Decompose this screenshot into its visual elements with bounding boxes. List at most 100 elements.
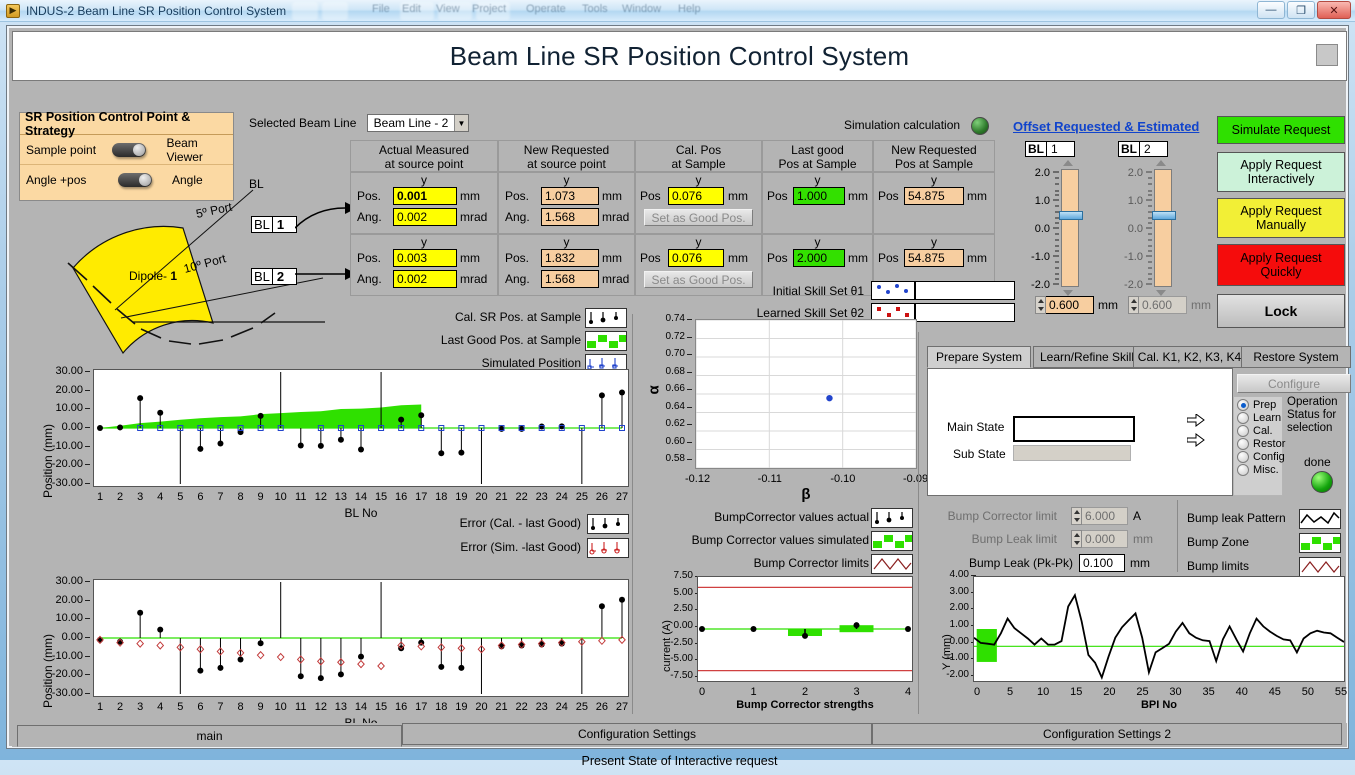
offset-bl1-field[interactable]: 0.600 mm bbox=[1035, 296, 1118, 314]
offset-bl2-value[interactable]: 2 bbox=[1140, 141, 1168, 157]
y-tick: 0.60 bbox=[665, 435, 685, 447]
bump-corrector-limit-spinner[interactable] bbox=[1071, 507, 1082, 525]
bump-leak-pkpk-value[interactable]: 0.100 bbox=[1079, 554, 1125, 572]
offset-bl1-spinner[interactable] bbox=[1035, 296, 1046, 314]
radio-config-dot[interactable] bbox=[1237, 451, 1249, 463]
sample-point-toggle[interactable] bbox=[112, 142, 147, 157]
banner-knob[interactable] bbox=[1316, 44, 1338, 66]
alpha-beta-scatter[interactable] bbox=[695, 319, 917, 469]
bottom-tab-configuration-settings[interactable]: Configuration Settings bbox=[402, 723, 872, 745]
maximize-button[interactable]: ❐ bbox=[1287, 1, 1315, 19]
cal-pos-1[interactable]: 0.076 bbox=[668, 187, 724, 205]
actual-ang-1[interactable]: 0.002 bbox=[393, 208, 457, 226]
radio-misc[interactable]: Misc. bbox=[1234, 463, 1282, 476]
strategy-left-label-0: Sample point bbox=[26, 142, 97, 157]
ang-label-a1: Ang. bbox=[357, 210, 382, 224]
offset-bl1-arrow-up[interactable] bbox=[1063, 160, 1073, 166]
bump-leak-limit-spinner[interactable] bbox=[1071, 530, 1082, 548]
radio-learn-label: Learn bbox=[1253, 412, 1282, 424]
radio-cal-dot[interactable] bbox=[1237, 425, 1249, 437]
beamline-select-value: Beam Line - 2 bbox=[373, 116, 449, 130]
diagram-dipole-label: Dipole- 1 bbox=[129, 269, 177, 283]
requested-ang-1[interactable]: 1.568 bbox=[541, 208, 599, 226]
radio-config[interactable]: Config bbox=[1234, 450, 1285, 463]
offset-bl1-value-field[interactable]: 0.600 bbox=[1046, 296, 1094, 314]
radio-restor[interactable]: Restor bbox=[1234, 437, 1285, 450]
requested-pos-2[interactable]: 1.832 bbox=[541, 249, 599, 267]
apply-request-quickly-button[interactable]: Apply Request Quickly bbox=[1217, 244, 1345, 286]
lock-button[interactable]: Lock bbox=[1217, 294, 1345, 328]
bottom-position-chart[interactable] bbox=[93, 579, 629, 697]
done-led bbox=[1311, 471, 1333, 493]
learned-skill-label: Learned Skill Set θ2 bbox=[756, 306, 864, 320]
chevron-down-icon[interactable]: ▼ bbox=[454, 115, 468, 131]
radio-cal[interactable]: Cal. bbox=[1234, 424, 1282, 437]
offset-bl2-spinner[interactable] bbox=[1128, 296, 1139, 314]
legend-leak-label-2: Bump limits bbox=[1187, 559, 1250, 573]
learned-skill-value[interactable] bbox=[915, 303, 1015, 322]
offset-bl1-slider[interactable] bbox=[1059, 169, 1083, 287]
cal-pos-2[interactable]: 0.076 bbox=[668, 249, 724, 267]
scatter-yticks: 0.74 0.72 0.70 0.68 0.66 0.64 0.62 0.60 0.58 bbox=[649, 313, 693, 472]
bump-corrector-chart[interactable] bbox=[697, 576, 913, 682]
legend-mid-swatch-0 bbox=[587, 514, 629, 534]
sub-state-label: Sub State bbox=[953, 447, 1006, 461]
offset-bl2-value-field[interactable]: 0.600 bbox=[1139, 296, 1187, 314]
apply-request-manually-button[interactable]: Apply Request Manually bbox=[1217, 198, 1345, 238]
configure-button[interactable]: Configure bbox=[1237, 374, 1351, 393]
operation-radio-group[interactable]: Prep Learn Cal. Restor Config Misc. bbox=[1233, 396, 1285, 496]
tab-cal-k1-k4[interactable]: Cal. K1, K2, K3, K4 bbox=[1133, 346, 1246, 368]
offset-bl2-slider[interactable] bbox=[1152, 169, 1176, 287]
bottom-tab-main[interactable]: main bbox=[17, 725, 402, 747]
cell-calpos-row2: y Pos 0.076 mm Set as Good Pos. bbox=[635, 234, 762, 296]
actual-pos-2[interactable]: 0.003 bbox=[393, 249, 457, 267]
bump-corrector-limit-value[interactable]: 6.000 bbox=[1082, 507, 1128, 525]
actual-ang-2[interactable]: 0.002 bbox=[393, 270, 457, 288]
sub-state-value[interactable] bbox=[1013, 445, 1131, 461]
close-button[interactable]: ✕ bbox=[1317, 1, 1351, 19]
new-req-sample-2[interactable]: 54.875 bbox=[904, 249, 964, 267]
offset-bl1-value[interactable]: 1 bbox=[1047, 141, 1075, 157]
radio-prep[interactable]: Prep bbox=[1234, 397, 1282, 411]
bump-leak-pkpk-field[interactable]: 0.100 mm bbox=[1079, 554, 1150, 572]
unit-r2: mm bbox=[602, 251, 622, 265]
offset-bl2-field[interactable]: 0.600 mm bbox=[1128, 296, 1211, 314]
radio-misc-dot[interactable] bbox=[1237, 464, 1249, 476]
tab-learn-refine-skill[interactable]: Learn/Refine Skill bbox=[1033, 346, 1141, 368]
initial-skill-value[interactable] bbox=[915, 281, 1015, 300]
beamline-select[interactable]: Beam Line - 2 ▼ bbox=[367, 114, 469, 132]
apply-request-interactively-button[interactable]: Apply Request Interactively bbox=[1217, 152, 1345, 192]
main-state-value[interactable] bbox=[1013, 416, 1135, 442]
radio-learn[interactable]: Learn bbox=[1234, 411, 1282, 424]
offset-bl2-arrow-up[interactable] bbox=[1156, 160, 1166, 166]
new-req-sample-1[interactable]: 54.875 bbox=[904, 187, 964, 205]
apply-interactive-l2: Interactively bbox=[1247, 172, 1315, 186]
offset-bl2-thumb[interactable] bbox=[1152, 211, 1176, 220]
bump-leak-limit-field[interactable]: 0.000 mm bbox=[1071, 530, 1153, 548]
top-position-chart[interactable] bbox=[93, 369, 629, 487]
set-good-pos-button-2[interactable]: Set as Good Pos. bbox=[644, 271, 753, 288]
bump-corrector-limit-field[interactable]: 6.000 A bbox=[1071, 507, 1141, 525]
y-label-g2: y bbox=[814, 235, 821, 249]
strategy-row-sample-point[interactable]: Sample point Beam Viewer bbox=[20, 135, 233, 165]
bottom-tab-configuration-settings-2[interactable]: Configuration Settings 2 bbox=[872, 723, 1342, 745]
set-good-pos-button-1[interactable]: Set as Good Pos. bbox=[644, 209, 753, 226]
last-good-2[interactable]: 2.000 bbox=[793, 249, 845, 267]
requested-pos-1[interactable]: 1.073 bbox=[541, 187, 599, 205]
radio-restor-dot[interactable] bbox=[1237, 438, 1249, 450]
bump-leak-limit-value[interactable]: 0.000 bbox=[1082, 530, 1128, 548]
actual-pos-1[interactable]: 0.001 bbox=[393, 187, 457, 205]
bump-leak-chart[interactable] bbox=[973, 576, 1345, 682]
radio-learn-dot[interactable] bbox=[1237, 412, 1249, 424]
minimize-button[interactable]: — bbox=[1257, 1, 1285, 19]
offset-bl1-thumb[interactable] bbox=[1059, 211, 1083, 220]
leak-chart-xlabel: BPI No bbox=[1140, 699, 1178, 711]
tab-prepare-system[interactable]: Prepare System bbox=[927, 346, 1031, 368]
radio-prep-dot[interactable] bbox=[1237, 399, 1249, 411]
requested-ang-2[interactable]: 1.568 bbox=[541, 270, 599, 288]
vertical-divider-3 bbox=[1177, 500, 1178, 572]
tab-restore-system[interactable]: Restore System bbox=[1241, 346, 1351, 368]
simulate-request-button[interactable]: Simulate Request bbox=[1217, 116, 1345, 144]
last-good-1[interactable]: 1.000 bbox=[793, 187, 845, 205]
y-label-a2: y bbox=[421, 235, 427, 249]
